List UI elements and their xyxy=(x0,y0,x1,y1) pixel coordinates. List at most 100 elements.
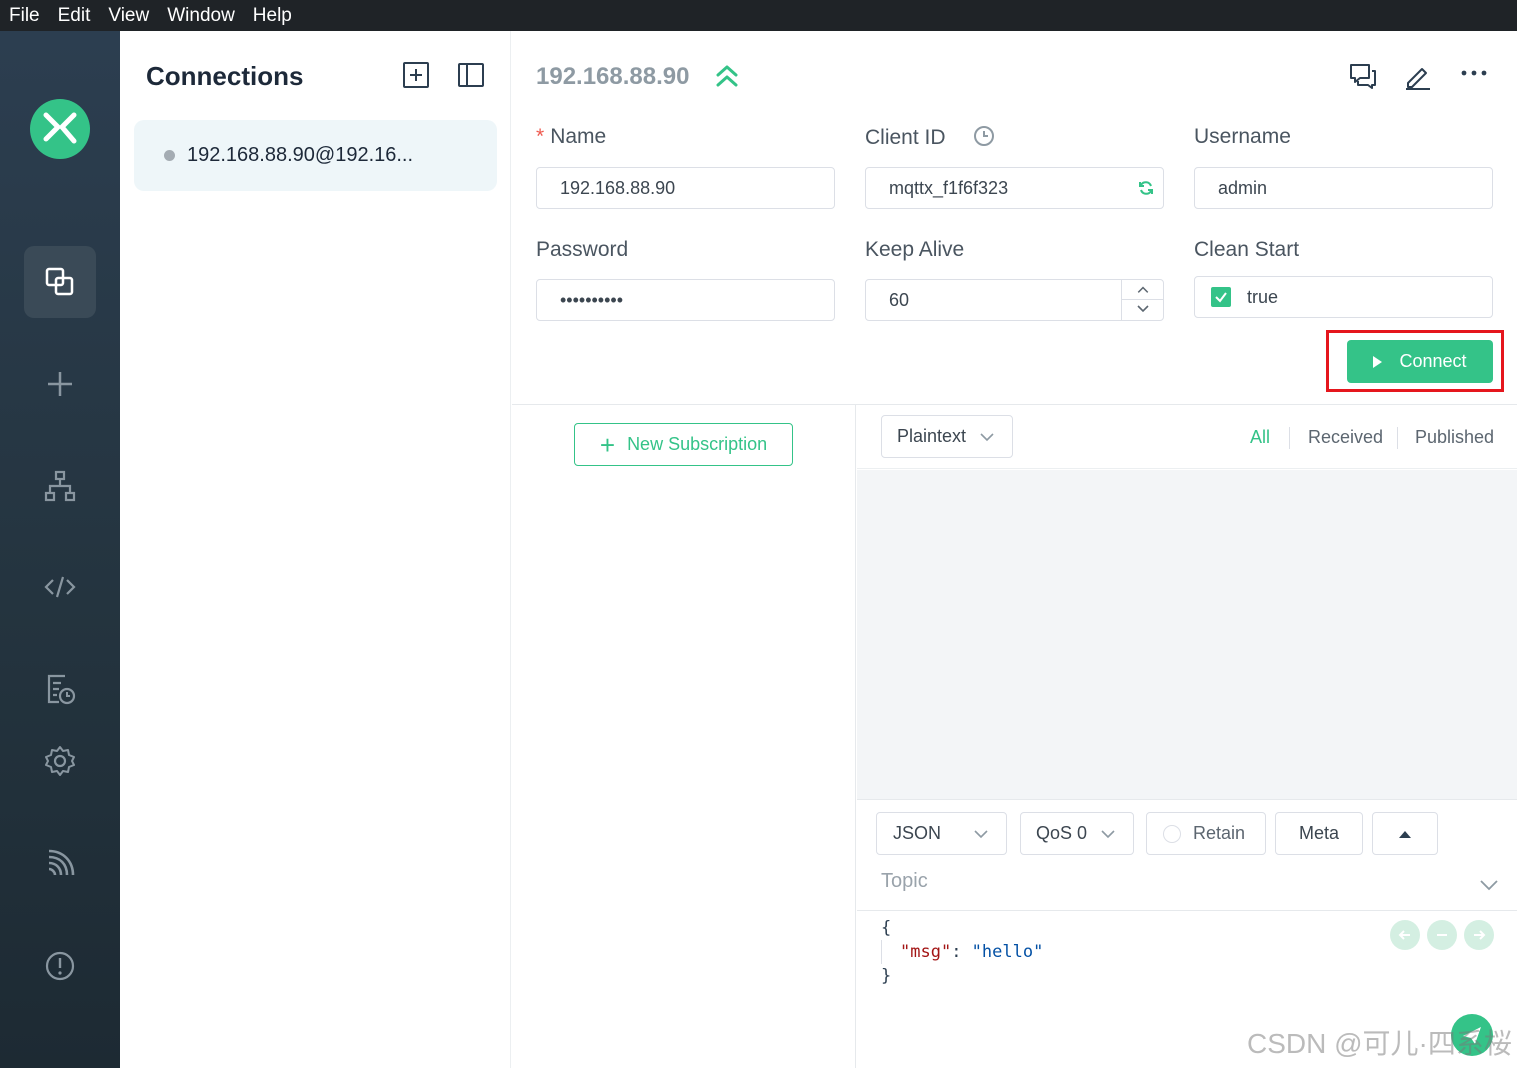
connections-icon xyxy=(45,267,74,296)
stepper-down-icon[interactable] xyxy=(1122,300,1164,319)
collapse-up-icon[interactable] xyxy=(715,63,739,89)
topology-icon xyxy=(44,470,76,502)
message-format-select[interactable]: Plaintext xyxy=(881,415,1013,458)
filter-divider xyxy=(1397,427,1398,449)
sidebar-feed[interactable] xyxy=(24,828,96,900)
payload-line: "msg": "hello" xyxy=(881,940,1043,964)
new-subscription-button[interactable]: + New Subscription xyxy=(574,423,793,466)
minus-icon xyxy=(1437,934,1447,936)
play-icon xyxy=(1373,355,1383,368)
menu-view[interactable]: View xyxy=(108,0,149,31)
retain-toggle[interactable]: Retain xyxy=(1146,812,1266,855)
sidebar-new-connection[interactable] xyxy=(24,348,96,420)
sidebar-connections[interactable] xyxy=(24,246,96,318)
password-label: Password xyxy=(536,238,629,261)
refresh-icon[interactable] xyxy=(1138,180,1154,196)
icon-sidebar xyxy=(0,31,120,1068)
caret-up-icon xyxy=(1399,830,1411,838)
toggle-panel-icon[interactable] xyxy=(457,61,485,89)
history-forward-button[interactable] xyxy=(1464,920,1494,950)
history-clear-button[interactable] xyxy=(1427,920,1457,950)
topic-input[interactable]: Topic xyxy=(881,870,928,893)
about-icon xyxy=(45,951,75,981)
sidebar-topology[interactable] xyxy=(24,450,96,522)
filter-received[interactable]: Received xyxy=(1308,427,1383,448)
payload-format-select[interactable]: JSON xyxy=(876,812,1007,855)
clock-icon[interactable] xyxy=(973,125,995,147)
retain-label: Retain xyxy=(1193,823,1246,843)
payload-value: "hello" xyxy=(971,942,1044,962)
sidebar-about[interactable] xyxy=(24,930,96,1002)
messages-toolbar: Plaintext All Received Published xyxy=(857,405,1517,469)
password-input[interactable]: •••••••••• xyxy=(536,279,835,321)
expand-publish-button[interactable] xyxy=(1372,812,1438,855)
message-list xyxy=(857,470,1517,799)
stepper-up-icon[interactable] xyxy=(1122,280,1164,300)
payload-format-value: JSON xyxy=(893,823,942,843)
connect-button[interactable]: Connect xyxy=(1347,340,1493,383)
sidebar-script[interactable] xyxy=(24,551,96,623)
meta-button[interactable]: Meta xyxy=(1275,812,1363,855)
clean-start-label: Clean Start xyxy=(1194,238,1300,261)
sidebar-log[interactable] xyxy=(24,653,96,725)
edit-icon[interactable] xyxy=(1403,61,1433,91)
menu-bar: File Edit View Window Help xyxy=(0,0,1517,31)
history-back-button[interactable] xyxy=(1390,920,1420,950)
username-input[interactable]: admin xyxy=(1194,167,1493,209)
chevron-down-icon xyxy=(1101,830,1115,839)
payload-editor[interactable]: { "msg": "hello" } xyxy=(881,916,1043,988)
chat-icon[interactable] xyxy=(1348,61,1378,91)
clean-start-field[interactable]: true xyxy=(1194,276,1493,318)
clean-start-value: true xyxy=(1247,286,1279,307)
qos-select[interactable]: QoS 0 xyxy=(1020,812,1134,855)
settings-icon xyxy=(45,746,75,776)
keep-alive-value: 60 xyxy=(889,289,910,310)
menu-file[interactable]: File xyxy=(9,0,40,31)
menu-edit[interactable]: Edit xyxy=(58,0,91,31)
qos-value: QoS 0 xyxy=(1036,823,1088,843)
payload-key: "msg" xyxy=(900,942,952,962)
name-input[interactable]: 192.168.88.90 xyxy=(536,167,835,209)
name-label: * Name xyxy=(536,125,607,148)
keep-alive-label: Keep Alive xyxy=(865,238,965,261)
chevron-down-icon xyxy=(974,830,988,839)
topic-divider xyxy=(857,910,1517,911)
client-id-label: Client ID xyxy=(865,125,995,150)
connections-title: Connections xyxy=(146,61,304,91)
checkbox-checked-icon[interactable] xyxy=(1211,287,1231,307)
client-id-input[interactable]: mqttx_f1f6f323 xyxy=(865,167,1164,209)
watermark: CSDN @可儿·四系桜 xyxy=(1247,1028,1512,1059)
retain-radio[interactable] xyxy=(1163,824,1181,843)
new-subscription-label: New Subscription xyxy=(627,434,768,454)
username-label: Username xyxy=(1194,125,1291,148)
main-area: 192.168.88.90 * Name 192.168.88.90 Client… xyxy=(512,31,1517,1068)
chevron-down-icon[interactable] xyxy=(1479,878,1499,892)
plus-icon xyxy=(48,372,72,396)
filter-all[interactable]: All xyxy=(1250,427,1270,448)
keep-alive-input[interactable]: 60 xyxy=(865,279,1164,321)
more-icon[interactable] xyxy=(1459,61,1489,91)
connection-header-name: 192.168.88.90 xyxy=(536,63,690,90)
feed-icon xyxy=(48,849,75,876)
keep-alive-stepper xyxy=(1121,280,1164,320)
arrow-right-icon xyxy=(1474,930,1486,940)
menu-window[interactable]: Window xyxy=(167,0,235,31)
subscriptions-pane: + New Subscription xyxy=(512,405,856,1068)
connections-panel: Connections 192.168.88.90@192.16... xyxy=(120,31,511,1068)
plus-icon: + xyxy=(599,429,616,460)
payload-line: } xyxy=(881,966,892,986)
connect-button-label: Connect xyxy=(1399,351,1467,371)
arrow-left-icon xyxy=(1398,930,1410,940)
new-connection-icon[interactable] xyxy=(402,61,430,89)
message-format-value: Plaintext xyxy=(897,426,967,446)
connection-item[interactable]: 192.168.88.90@192.16... xyxy=(134,120,497,191)
script-icon xyxy=(44,576,76,598)
messages-pane: Plaintext All Received Published JSON Qo… xyxy=(857,405,1517,1068)
client-id-value: mqttx_f1f6f323 xyxy=(889,177,1009,198)
filter-published[interactable]: Published xyxy=(1415,427,1494,448)
connection-item-label: 192.168.88.90@192.16... xyxy=(187,144,414,166)
logo-icon xyxy=(43,112,77,144)
menu-help[interactable]: Help xyxy=(253,0,292,31)
sidebar-settings[interactable] xyxy=(24,725,96,797)
mqttx-logo xyxy=(30,99,90,159)
